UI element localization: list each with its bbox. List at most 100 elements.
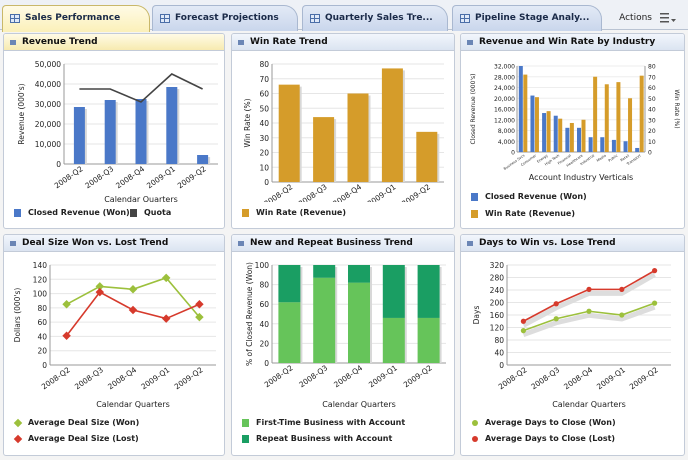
x-tick-label: 2008-Q4 — [331, 182, 363, 202]
collapse-icon[interactable] — [238, 241, 244, 246]
revenue-trend-chart: 010,00020,00030,00040,00050,0002008-Q220… — [17, 60, 218, 202]
x-tick-label: 2008-Q4 — [114, 164, 146, 190]
bar — [569, 122, 574, 152]
bar — [518, 66, 523, 152]
tab-sales-performance[interactable]: Sales Performance — [2, 5, 150, 32]
bar — [73, 107, 85, 164]
legend-marker — [472, 436, 478, 442]
legend-label: Average Deal Size (Lost) — [28, 434, 139, 443]
y-tick-label: 20,000 — [35, 120, 61, 129]
dashboard-icon — [160, 14, 170, 23]
legend: Average Deal Size (Won) Average Deal Siz… — [13, 416, 140, 446]
bar — [347, 93, 369, 182]
collapse-icon[interactable] — [238, 40, 244, 45]
data-point — [62, 300, 71, 309]
tab-pipeline-stage-analysis[interactable]: Pipeline Stage Analy... — [452, 5, 602, 31]
bar — [381, 68, 403, 182]
win-rate-chart: 010203040506070802008-Q2 2008-Q3 2008-Q4 20… — [243, 60, 444, 202]
x-tick-label: 2008-Q4 — [332, 363, 364, 389]
bar — [197, 155, 209, 164]
y-tick-label-left: 24,000 — [494, 85, 515, 92]
data-point — [128, 285, 138, 294]
y-tick-label: 60 — [259, 90, 269, 99]
bar — [135, 99, 147, 164]
bar — [593, 76, 598, 152]
y-axis-title: Revenue (000's) — [17, 83, 26, 144]
bar — [565, 127, 570, 152]
data-point — [586, 308, 592, 314]
y-tick-label: 80 — [259, 60, 269, 69]
tab-quarterly-sales-trends[interactable]: Quarterly Sales Tre... — [302, 5, 448, 31]
x-tick-label: 2008-Q3 — [297, 182, 329, 202]
bar-segment-repeat — [348, 265, 370, 283]
y-tick-label: 40 — [259, 320, 269, 329]
bar-segment-first-time — [278, 302, 301, 363]
bar-segment-first-time — [313, 277, 336, 363]
legend-swatch — [471, 210, 478, 218]
legend-item-won: Average Deal Size (Won) — [13, 416, 140, 430]
bar — [166, 87, 178, 164]
y-tick-label-left: 20,000 — [494, 96, 515, 103]
tab-label: Pipeline Stage Analy... — [475, 13, 590, 23]
new-repeat-business-panel: New and Repeat Business Trend 0 20 40 60 80 1… — [231, 234, 455, 456]
legend-item-first-time: First-Time Business with Account — [242, 416, 405, 430]
panel-header[interactable]: Days to Win vs. Lose Trend — [461, 235, 684, 252]
legend-label: Repeat Business with Account — [256, 434, 393, 443]
bar-segment-first-time — [417, 317, 440, 363]
y-axis-title-left: Closed Revenue (000's) — [470, 73, 477, 144]
y-tick-label: 80 — [259, 281, 269, 290]
collapse-icon[interactable] — [10, 40, 16, 45]
y-tick-label: 10 — [259, 163, 269, 172]
y-tick-label-right: 0 — [648, 150, 652, 157]
x-tick-label: 2008-Q3 — [529, 365, 561, 391]
y-tick-label: 10,000 — [35, 140, 61, 149]
y-tick-label: 20 — [259, 149, 269, 158]
legend-marker — [13, 418, 23, 428]
y-tick-label: 30,000 — [35, 100, 61, 109]
panel-header[interactable]: Deal Size Won vs. Lost Trend — [4, 235, 224, 252]
panel-header[interactable]: Revenue and Win Rate by Industry — [461, 34, 684, 51]
y-tick-label: 280 — [490, 274, 505, 283]
bar-segment-repeat — [313, 265, 336, 278]
x-tick-label: 2009-Q2 — [176, 164, 208, 190]
bar — [278, 84, 300, 182]
legend: Closed Revenue (Won) Win Rate (Revenue) — [471, 190, 587, 221]
panel-header[interactable]: Revenue Trend — [4, 34, 224, 51]
data-point — [586, 286, 592, 292]
x-tick-label: 2009-Q2 — [400, 182, 432, 202]
bar — [635, 147, 640, 152]
data-point — [520, 328, 526, 334]
quota-line — [79, 73, 203, 103]
y-tick-label: 0 — [499, 361, 504, 370]
list-menu-icon[interactable] — [660, 13, 676, 23]
collapse-icon[interactable] — [10, 241, 16, 246]
bar-segment-first-time — [348, 282, 370, 363]
actions-menu-button[interactable]: Actions — [619, 13, 652, 23]
y-tick-label: 40 — [494, 349, 504, 358]
data-point — [520, 318, 526, 324]
y-tick-label: 120 — [33, 275, 48, 284]
y-tick-label: 40 — [37, 332, 47, 341]
y-tick-label: 100 — [33, 290, 48, 299]
y-tick-label-left: 16,000 — [494, 107, 515, 114]
y-tick-label: 50,000 — [35, 60, 61, 69]
panel-title: Revenue Trend — [22, 37, 98, 47]
revenue-win-rate-industry-panel: Revenue and Win Rate by Industry 0 4,000 8… — [460, 33, 685, 229]
y-tick-label-right: 30 — [648, 117, 656, 124]
y-tick-label-right: 50 — [648, 96, 656, 103]
collapse-icon[interactable] — [467, 40, 473, 45]
panel-header[interactable]: New and Repeat Business Trend — [232, 235, 454, 252]
bar — [604, 84, 609, 152]
data-point — [553, 301, 559, 307]
tab-forecast-projections[interactable]: Forecast Projections — [152, 5, 298, 31]
y-tick-label: 40 — [259, 119, 269, 128]
legend-label: Average Deal Size (Won) — [28, 418, 140, 427]
dashboard-icon — [10, 14, 20, 23]
legend: First-Time Business with Account Repeat … — [242, 416, 405, 446]
panel-header[interactable]: Win Rate Trend — [232, 34, 454, 51]
data-point — [161, 314, 171, 323]
bar — [416, 131, 438, 182]
data-point — [652, 300, 658, 306]
collapse-icon[interactable] — [467, 241, 473, 246]
x-axis-title: Account Industry Verticals — [529, 173, 633, 182]
